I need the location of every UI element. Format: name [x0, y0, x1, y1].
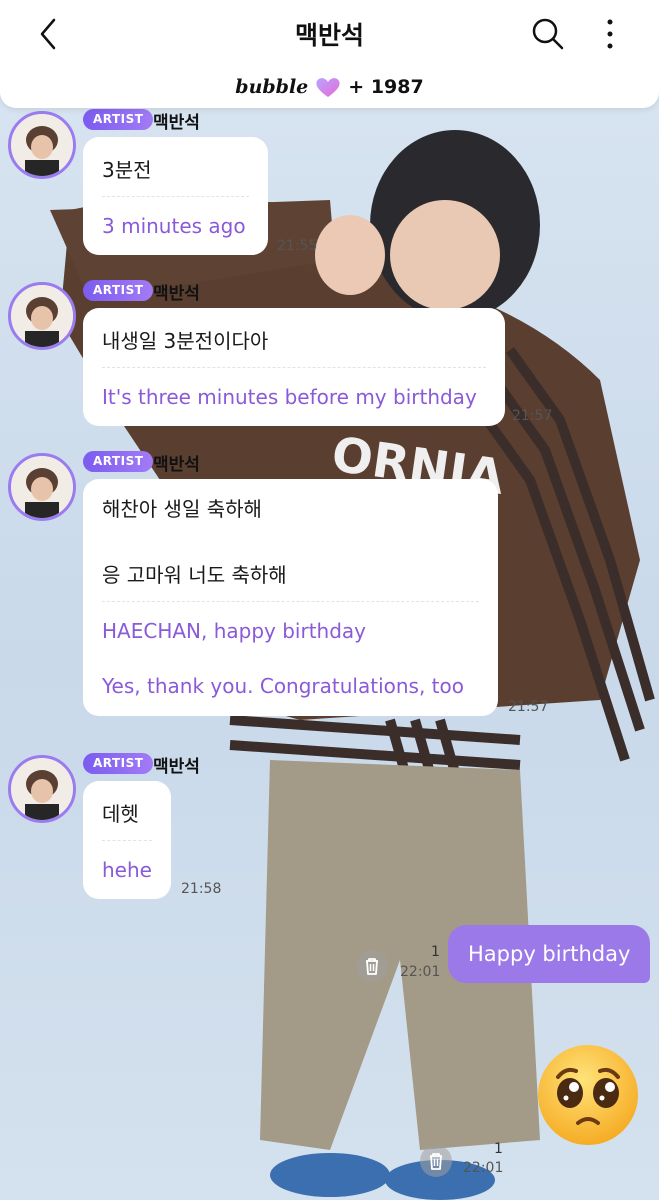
sender-name: 맥반석	[153, 284, 200, 304]
avatar-photo	[11, 758, 73, 820]
bubble-brand: bubble	[235, 76, 309, 98]
subscriber-info: bubble + 1987	[0, 75, 659, 99]
divider	[102, 367, 486, 368]
timestamp: 22:01	[400, 964, 441, 980]
message-text: 내생일 3분전이다아	[102, 329, 269, 353]
avatar-photo	[11, 285, 73, 347]
more-vertical-icon	[607, 19, 613, 49]
avatar[interactable]	[8, 111, 76, 179]
avatar-photo	[11, 456, 73, 518]
my-message-bubble[interactable]: Happy birthday	[448, 925, 651, 983]
message-text: 데헷	[102, 802, 139, 826]
heart-icon	[316, 78, 340, 97]
delete-button[interactable]	[356, 950, 388, 982]
sender-name: 맥반석	[153, 113, 200, 133]
artist-badge: ARTIST	[83, 280, 154, 301]
message-bubble[interactable]: 3분전 3 minutes ago	[83, 137, 268, 255]
divider	[102, 601, 479, 602]
timestamp: 22:01	[463, 1160, 504, 1176]
avatar-photo	[11, 114, 73, 176]
sender-name: 맥반석	[153, 757, 200, 777]
artist-badge: ARTIST	[83, 451, 154, 472]
translation-text: 3 minutes ago	[102, 214, 246, 238]
translation-text: Yes, thank you. Congratulations, too	[102, 674, 464, 698]
avatar[interactable]	[8, 453, 76, 521]
pleading-face-emoji[interactable]	[536, 1043, 640, 1151]
trash-icon	[366, 958, 378, 975]
trash-icon	[430, 1153, 442, 1170]
delete-button[interactable]	[420, 1145, 452, 1177]
more-options-button[interactable]	[598, 16, 622, 52]
avatar[interactable]	[8, 282, 76, 350]
message-text: 응 고마워 너도 축하해	[102, 563, 287, 587]
unread-count: 1	[494, 1141, 503, 1157]
divider	[102, 840, 152, 841]
artist-badge: ARTIST	[83, 109, 154, 130]
translation-text: hehe	[102, 858, 152, 882]
timestamp: 21:57	[508, 699, 549, 715]
message-text: 3분전	[102, 158, 152, 182]
message-bubble[interactable]: 데헷 hehe	[83, 781, 171, 899]
timestamp: 21:55	[277, 238, 318, 254]
pleading-face-icon	[538, 1045, 638, 1145]
timestamp: 21:58	[181, 881, 222, 897]
avatar[interactable]	[8, 755, 76, 823]
timestamp: 21:57	[512, 408, 553, 424]
divider	[102, 196, 249, 197]
search-button[interactable]	[530, 16, 566, 52]
translation-text: It's three minutes before my birthday	[102, 385, 477, 409]
message-text: 해찬아 생일 축하해	[102, 497, 262, 521]
artist-badge: ARTIST	[83, 753, 154, 774]
unread-count: 1	[431, 944, 440, 960]
chat-header: 맥반석 bubble + 1987	[0, 0, 659, 108]
message-bubble[interactable]: 해찬아 생일 축하해 응 고마워 너도 축하해 HAECHAN, happy b…	[83, 479, 498, 716]
message-bubble[interactable]: 내생일 3분전이다아 It's three minutes before my …	[83, 308, 505, 426]
subscriber-count: + 1987	[348, 76, 424, 98]
sender-name: 맥반석	[153, 455, 200, 475]
search-icon	[532, 18, 564, 50]
translation-text: HAECHAN, happy birthday	[102, 619, 367, 643]
